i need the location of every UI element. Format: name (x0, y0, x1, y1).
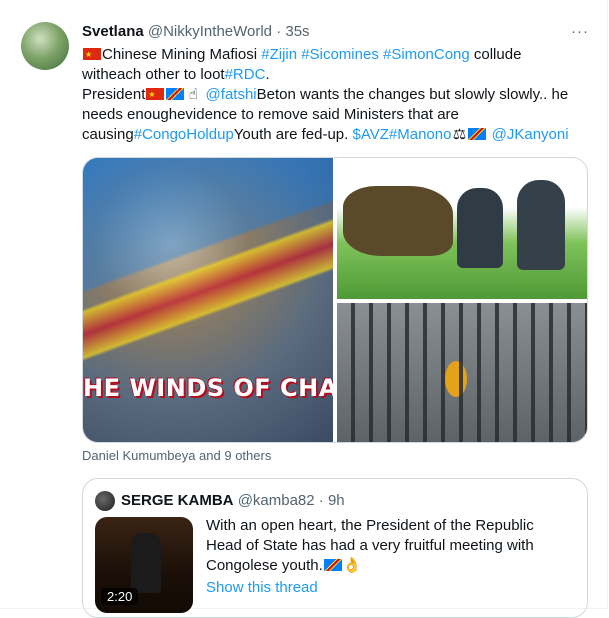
show-thread-link[interactable]: Show this thread (206, 579, 318, 596)
text-segment: witheach other to loot (82, 66, 225, 83)
video-person-shape (131, 533, 161, 593)
mention-link[interactable]: @JKanyoni (492, 126, 569, 143)
hashtag-link[interactable]: #RDC (225, 66, 266, 83)
tweet-time[interactable]: 35s (285, 23, 309, 40)
quote-header: SERGE KAMBA @kamba82 · 9h (121, 491, 345, 511)
pointing-hand-icon: ☝ (188, 86, 198, 103)
mention-link[interactable]: @fatshi (206, 86, 257, 103)
flag-drc-icon (166, 88, 185, 100)
text-segment: Chinese Mining Mafiosi (102, 46, 262, 63)
text-segment: Beton wants the changes but slowly slowl… (256, 86, 569, 103)
author-handle[interactable]: @NikkyIntheWorld (148, 23, 272, 40)
more-icon[interactable]: ··· (571, 23, 589, 40)
prison-bars (337, 303, 587, 442)
hashtag-link[interactable]: #Sicomines (301, 46, 379, 63)
balance-scale-icon: ⚖ (452, 126, 467, 143)
hashtag-link[interactable]: #Zijin (261, 46, 297, 63)
text-segment: causing (82, 126, 134, 143)
cartoon-figure (457, 188, 503, 268)
quote-text-line: Head of State has had a very fruitful me… (206, 537, 534, 554)
tweet-text: Chinese Mining Mafiosi #Zijin #Sicomines… (82, 45, 587, 145)
text-segment: needs enoughevidence to remove said Mini… (82, 106, 459, 123)
liked-by-text[interactable]: Daniel Kumumbeya and 9 others (82, 448, 271, 463)
separator-dot: · (318, 492, 324, 509)
media-image-prison[interactable] (337, 303, 587, 442)
tweet-card[interactable]: Svetlana @NikkyIntheWorld · 35s ··· Chin… (0, 0, 608, 618)
text-segment: . (265, 66, 270, 83)
author-name[interactable]: Svetlana (82, 23, 144, 40)
hashtag-link[interactable]: #Manono (389, 126, 452, 143)
flag-drc-icon (323, 559, 342, 571)
quoted-tweet[interactable]: SERGE KAMBA @kamba82 · 9h 2:20 With an o… (82, 478, 588, 618)
media-image-cartoon[interactable] (337, 158, 587, 299)
quote-text: With an open heart, the President of the… (206, 516, 566, 576)
media-grid: HE WINDS OF CHANG (82, 157, 588, 443)
tweet-header: Svetlana @NikkyIntheWorld · 35s (82, 22, 577, 42)
cartoon-map-shape (343, 186, 453, 256)
ok-hand-icon: 👌 (342, 557, 362, 574)
quote-author-handle[interactable]: @kamba82 (238, 492, 315, 509)
text-segment: collude (469, 46, 522, 63)
quote-text-line: Congolese youth. (206, 557, 323, 574)
quote-text-line: With an open heart, the President of the… (206, 517, 534, 534)
quote-author-name[interactable]: SERGE KAMBA (121, 492, 234, 509)
quote-video-thumbnail[interactable]: 2:20 (95, 517, 193, 613)
cartoon-figure (517, 180, 565, 270)
flag-drc-icon (468, 128, 487, 140)
hashtag-link[interactable]: #CongoHoldup (134, 126, 234, 143)
author-avatar[interactable] (21, 22, 69, 70)
quote-author-avatar[interactable] (95, 491, 115, 511)
text-segment: President (82, 86, 146, 103)
video-duration: 2:20 (101, 588, 139, 605)
media-caption: HE WINDS OF CHANG (83, 374, 333, 402)
quote-time[interactable]: 9h (328, 492, 345, 509)
flag-china-icon (146, 85, 165, 105)
hashtag-link[interactable]: #SimonCong (383, 46, 470, 63)
text-segment: Youth are fed-up. (233, 126, 353, 143)
cashtag-link[interactable]: $AVZ (353, 126, 389, 143)
flag-china-icon (83, 45, 101, 65)
separator-dot: · (276, 23, 282, 40)
media-image-winds-of-change[interactable]: HE WINDS OF CHANG (83, 158, 333, 442)
